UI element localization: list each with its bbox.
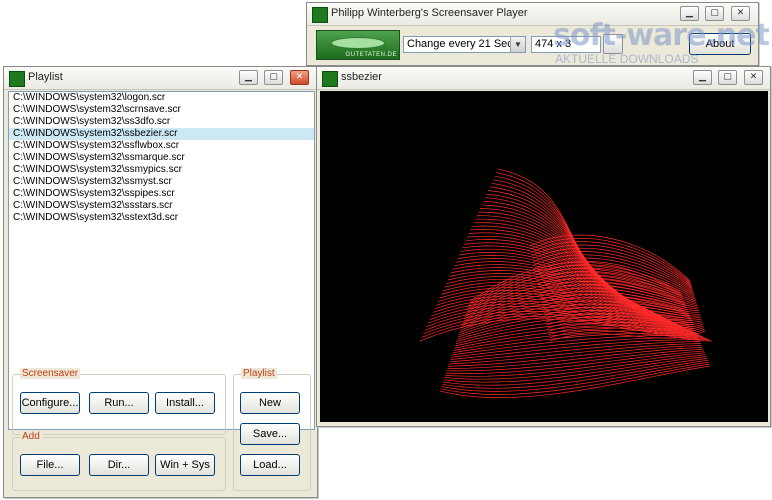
playlist-item[interactable]: C:\WINDOWS\system32\scrnsave.scr	[9, 104, 314, 116]
add-group-label: Add	[20, 431, 42, 442]
playlist-title: Playlist	[28, 71, 63, 83]
interval-select-value: Change every 21 Sec.	[407, 38, 516, 50]
install-button-label: Install...	[166, 397, 204, 409]
player-title: Philipp Winterberg's Screensaver Player	[331, 7, 528, 19]
app-logo: GUTETATEN.DE	[316, 30, 400, 60]
playlist-group-label: Playlist	[241, 368, 277, 379]
add-file-button[interactable]: File...	[20, 454, 80, 476]
playlist-item[interactable]: C:\WINDOWS\system32\ssmyst.scr	[9, 176, 314, 188]
chevron-down-icon[interactable]: ▼	[510, 37, 525, 52]
load-playlist-button[interactable]: Load...	[240, 454, 300, 476]
interval-select[interactable]: Change every 21 Sec. ▼	[403, 36, 526, 53]
playlist-item[interactable]: C:\WINDOWS\system32\logon.scr	[9, 92, 314, 104]
new-playlist-button-label: New	[258, 397, 281, 409]
logo-mouth-icon	[331, 37, 385, 49]
close-icon[interactable]: ✕	[744, 70, 763, 85]
playlist-item[interactable]: C:\WINDOWS\system32\ssmypics.scr	[9, 164, 314, 176]
playlist-item[interactable]: C:\WINDOWS\system32\sspipes.scr	[9, 188, 314, 200]
run-button[interactable]: Run...	[89, 392, 149, 414]
playlist-item[interactable]: C:\WINDOWS\system32\ssflwbox.scr	[9, 140, 314, 152]
save-playlist-button[interactable]: Save...	[240, 423, 300, 445]
add-dir-button[interactable]: Dir...	[89, 454, 149, 476]
close-icon[interactable]: ✕	[290, 70, 309, 85]
screensaver-preview-canvas	[320, 91, 768, 422]
maximize-icon[interactable]: ▢	[718, 70, 737, 85]
save-playlist-button-label: Save...	[252, 428, 288, 440]
bezier-wireframe	[419, 168, 713, 398]
screensaver-group-label: Screensaver	[20, 368, 81, 379]
playlist-item[interactable]: C:\WINDOWS\system32\ss3dfo.scr	[9, 116, 314, 128]
preview-window: ssbezier ▁ ▢ ✕	[316, 66, 771, 427]
playlist-item[interactable]: C:\WINDOWS\system32\ssstars.scr	[9, 200, 314, 212]
load-playlist-button-label: Load...	[253, 459, 287, 471]
bezier-surface-3	[529, 234, 706, 342]
app-icon	[312, 7, 328, 23]
run-button-label: Run...	[104, 397, 134, 409]
playlist-item[interactable]: C:\WINDOWS\system32\ssbezier.scr	[9, 128, 314, 140]
playlist-item[interactable]: C:\WINDOWS\system32\ssmarque.scr	[9, 152, 314, 164]
preview-title: ssbezier	[341, 71, 382, 83]
playlist-titlebar[interactable]: Playlist ▁ ▢ ✕	[4, 67, 317, 90]
add-file-button-label: File...	[36, 459, 64, 471]
configure-button[interactable]: Configure...	[20, 392, 80, 414]
minimize-icon[interactable]: ▁	[693, 70, 712, 85]
app-icon	[322, 71, 338, 87]
logo-text: GUTETATEN.DE	[345, 52, 397, 58]
watermark-tagline: AKTUELLE DOWNLOADS	[555, 52, 699, 66]
install-button[interactable]: Install...	[155, 392, 215, 414]
maximize-icon[interactable]: ▢	[264, 70, 283, 85]
add-dir-button-label: Dir...	[107, 459, 131, 471]
minimize-icon[interactable]: ▁	[239, 70, 258, 85]
add-win-sys-button-label: Win + Sys	[160, 459, 210, 471]
preview-titlebar[interactable]: ssbezier ▁ ▢ ✕	[317, 67, 770, 90]
watermark-logo: soft-ware.net	[553, 18, 770, 53]
playlist-window: Playlist ▁ ▢ ✕ C:\WINDOWS\system32\logon…	[3, 66, 318, 498]
new-playlist-button[interactable]: New	[240, 392, 300, 414]
configure-button-label: Configure...	[21, 397, 79, 409]
playlist-item[interactable]: C:\WINDOWS\system32\sstext3d.scr	[9, 212, 314, 224]
app-icon	[9, 71, 25, 87]
add-win-sys-button[interactable]: Win + Sys	[155, 454, 215, 476]
